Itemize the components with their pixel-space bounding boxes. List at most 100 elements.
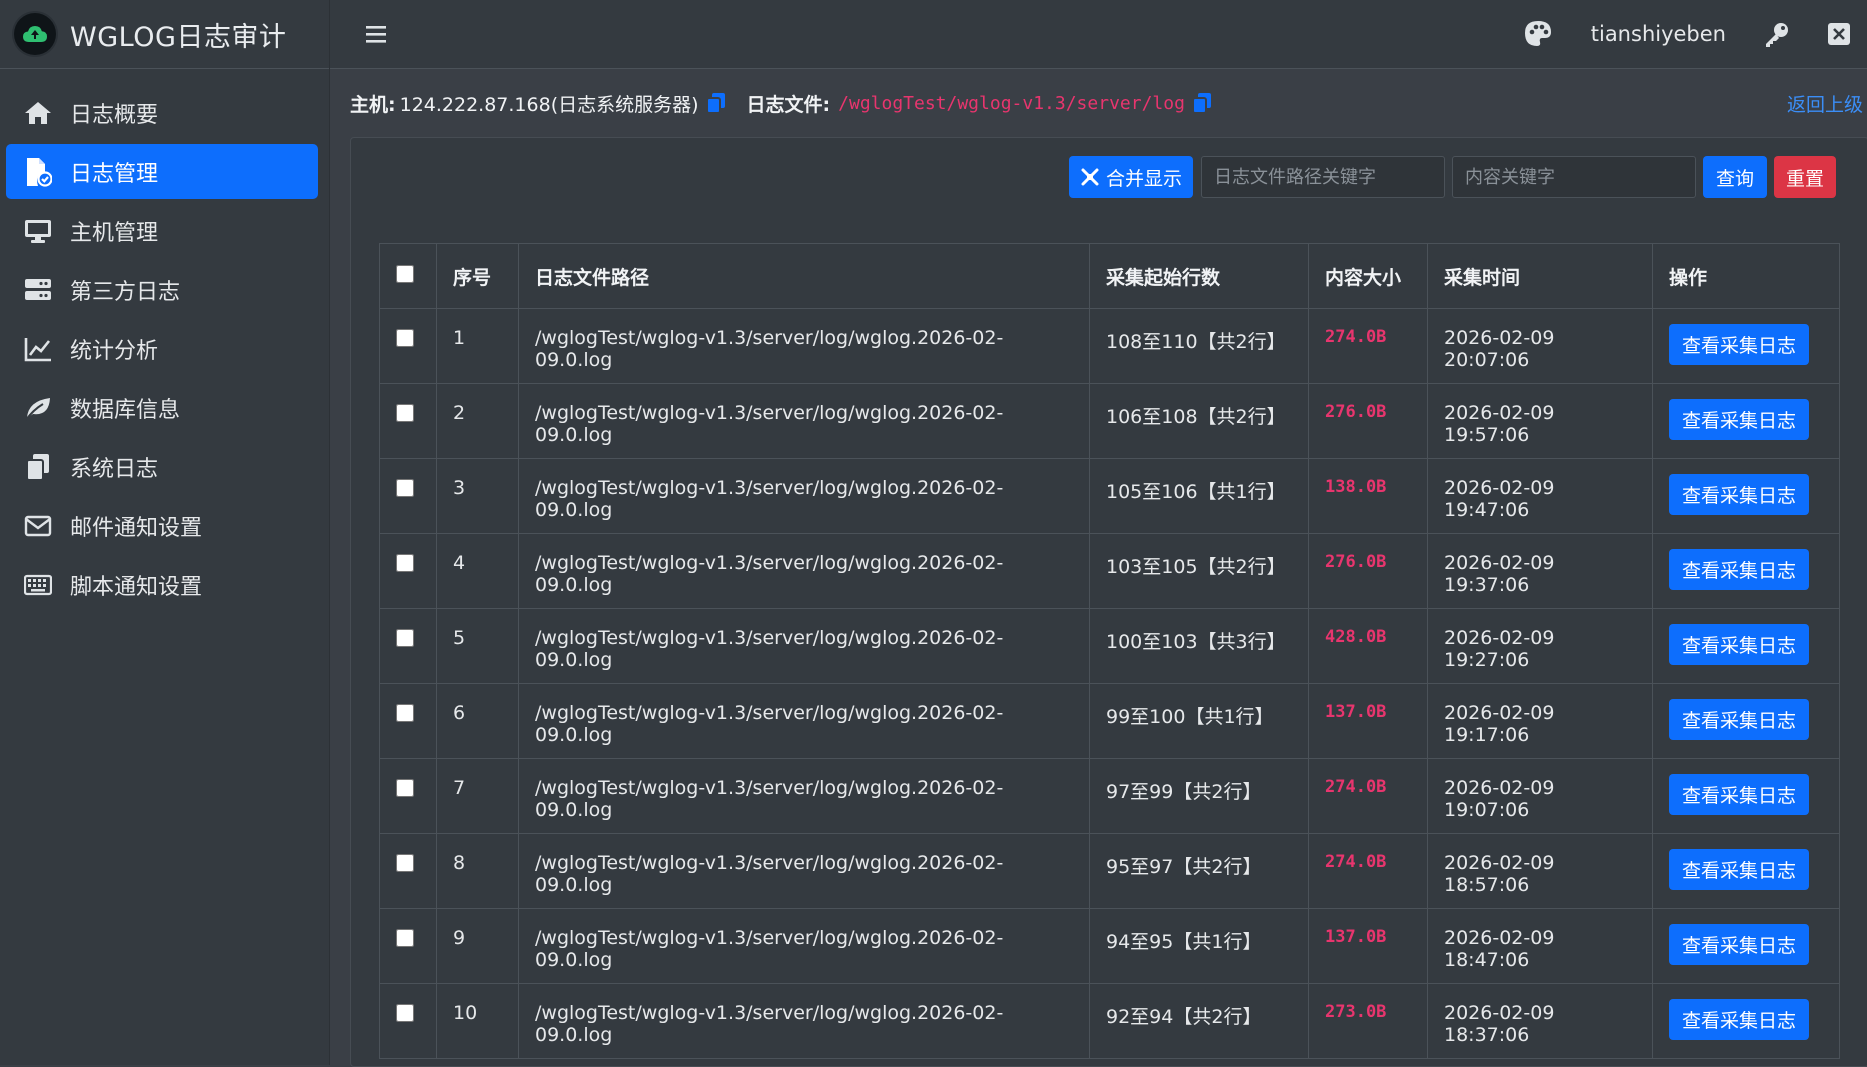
column-header: 采集起始行数 — [1089, 243, 1309, 309]
topbar: tianshiyeben — [330, 0, 1867, 69]
row-index: 6 — [436, 683, 519, 759]
palette-icon[interactable] — [1521, 17, 1555, 51]
app-title: WGLOG日志审计 — [70, 21, 287, 53]
merge-icon — [1081, 168, 1099, 186]
row-checkbox-cell — [379, 608, 437, 684]
sidebar-item-log-overview[interactable]: 日志概要 — [6, 85, 318, 140]
content-keyword-input[interactable] — [1452, 156, 1696, 198]
table-row: 3 /wglogTest/wglog-v1.3/server/log/wglog… — [379, 458, 1840, 534]
view-collected-log-button[interactable]: 查看采集日志 — [1669, 399, 1809, 440]
sidebar-item-statistics[interactable]: 统计分析 — [6, 321, 318, 376]
cloud-logo-icon — [14, 13, 56, 55]
username[interactable]: tianshiyeben — [1591, 22, 1726, 46]
file-path: /wglogTest/wglog-v1.3/server/log — [838, 92, 1185, 114]
row-action-cell: 查看采集日志 — [1652, 308, 1840, 384]
row-checkbox[interactable] — [396, 779, 414, 797]
view-collected-log-button[interactable]: 查看采集日志 — [1669, 324, 1809, 365]
view-collected-log-button[interactable]: 查看采集日志 — [1669, 699, 1809, 740]
row-lines: 97至99【共2行】 — [1089, 758, 1309, 834]
query-button[interactable]: 查询 — [1703, 156, 1767, 198]
row-checkbox[interactable] — [396, 854, 414, 872]
sidebar-item-label: 日志管理 — [70, 161, 159, 187]
view-collected-log-button[interactable]: 查看采集日志 — [1669, 774, 1809, 815]
path-keyword-input[interactable] — [1201, 156, 1445, 198]
sidebar-item-script-notify[interactable]: 脚本通知设置 — [6, 557, 318, 612]
copy-path-icon[interactable] — [1191, 92, 1213, 114]
sidebar-item-third-party-logs[interactable]: 第三方日志 — [6, 262, 318, 317]
row-checkbox[interactable] — [396, 704, 414, 722]
sidebar-item-label: 主机管理 — [70, 220, 159, 246]
close-icon[interactable] — [1826, 21, 1852, 47]
file-check-icon — [22, 156, 54, 188]
table-row: 7 /wglogTest/wglog-v1.3/server/log/wglog… — [379, 758, 1840, 834]
view-collected-log-button[interactable]: 查看采集日志 — [1669, 924, 1809, 965]
column-header: 内容大小 — [1308, 243, 1428, 309]
log-card: 合并显示 查询 重置 序号 日志文件路径 采集起始行数 内容大小 采集时间 操作 — [350, 137, 1867, 1067]
reset-button[interactable]: 重置 — [1774, 156, 1836, 198]
hamburger-menu-icon[interactable] — [360, 18, 392, 50]
row-checkbox[interactable] — [396, 554, 414, 572]
row-checkbox[interactable] — [396, 404, 414, 422]
sidebar-item-system-logs[interactable]: 系统日志 — [6, 439, 318, 494]
row-lines: 95至97【共2行】 — [1089, 833, 1309, 909]
row-checkbox-cell — [379, 383, 437, 459]
row-checkbox-cell — [379, 308, 437, 384]
column-header: 日志文件路径 — [518, 243, 1090, 309]
row-checkbox[interactable] — [396, 1004, 414, 1022]
sidebar-item-label: 日志概要 — [70, 102, 159, 128]
server-icon — [22, 274, 54, 306]
view-collected-log-button[interactable]: 查看采集日志 — [1669, 624, 1809, 665]
row-time: 2026-02-09 19:47:06 — [1427, 458, 1653, 534]
copy-host-icon[interactable] — [705, 92, 727, 114]
sidebar-item-label: 第三方日志 — [70, 279, 181, 305]
row-time: 2026-02-09 20:07:06 — [1427, 308, 1653, 384]
brand[interactable]: WGLOG日志审计 — [0, 0, 329, 69]
row-index: 3 — [436, 458, 519, 534]
row-action-cell: 查看采集日志 — [1652, 983, 1840, 1059]
view-collected-log-button[interactable]: 查看采集日志 — [1669, 474, 1809, 515]
host-value: 124.222.87.168(日志系统服务器) — [399, 93, 699, 116]
sidebar-nav: 日志概要 日志管理 主机管理 第三方日志 统计分析 数据库信息 系统日志 邮件通… — [0, 69, 329, 612]
row-checkbox-cell — [379, 683, 437, 759]
row-checkbox[interactable] — [396, 629, 414, 647]
column-header: 操作 — [1652, 243, 1840, 309]
back-link[interactable]: 返回上级 — [1787, 90, 1863, 117]
line-chart-icon — [22, 333, 54, 365]
view-collected-log-button[interactable]: 查看采集日志 — [1669, 849, 1809, 890]
row-checkbox[interactable] — [396, 929, 414, 947]
row-path: /wglogTest/wglog-v1.3/server/log/wglog.2… — [518, 458, 1090, 534]
topbar-actions: tianshiyeben — [1521, 0, 1867, 68]
row-path: /wglogTest/wglog-v1.3/server/log/wglog.2… — [518, 758, 1090, 834]
log-table-wrap: 序号 日志文件路径 采集起始行数 内容大小 采集时间 操作 1 /wglogTe… — [379, 243, 1840, 1059]
sidebar-item-label: 统计分析 — [70, 338, 159, 364]
row-time: 2026-02-09 19:37:06 — [1427, 533, 1653, 609]
row-index: 7 — [436, 758, 519, 834]
copy-files-icon — [22, 451, 54, 483]
row-size: 276.0B — [1308, 383, 1428, 459]
row-checkbox[interactable] — [396, 329, 414, 347]
select-all-checkbox[interactable] — [396, 264, 414, 283]
view-collected-log-button[interactable]: 查看采集日志 — [1669, 549, 1809, 590]
row-checkbox[interactable] — [396, 479, 414, 497]
leaf-icon — [22, 392, 54, 424]
sidebar-item-host-management[interactable]: 主机管理 — [6, 203, 318, 258]
row-time: 2026-02-09 18:47:06 — [1427, 908, 1653, 984]
row-action-cell: 查看采集日志 — [1652, 758, 1840, 834]
envelope-icon — [22, 510, 54, 542]
desktop-icon — [22, 215, 54, 247]
row-lines: 108至110【共2行】 — [1089, 308, 1309, 384]
row-checkbox-cell — [379, 983, 437, 1059]
row-size: 274.0B — [1308, 308, 1428, 384]
merge-display-button[interactable]: 合并显示 — [1069, 156, 1193, 198]
row-size: 137.0B — [1308, 683, 1428, 759]
sidebar-item-email-notify[interactable]: 邮件通知设置 — [6, 498, 318, 553]
view-collected-log-button[interactable]: 查看采集日志 — [1669, 999, 1809, 1040]
filter-bar: 合并显示 查询 重置 — [1069, 156, 1836, 198]
key-icon[interactable] — [1762, 19, 1792, 49]
row-path: /wglogTest/wglog-v1.3/server/log/wglog.2… — [518, 833, 1090, 909]
row-time: 2026-02-09 19:07:06 — [1427, 758, 1653, 834]
sidebar-item-database-info[interactable]: 数据库信息 — [6, 380, 318, 435]
log-table: 序号 日志文件路径 采集起始行数 内容大小 采集时间 操作 1 /wglogTe… — [379, 243, 1840, 1059]
sidebar-item-log-management[interactable]: 日志管理 — [6, 144, 318, 199]
row-size: 276.0B — [1308, 533, 1428, 609]
